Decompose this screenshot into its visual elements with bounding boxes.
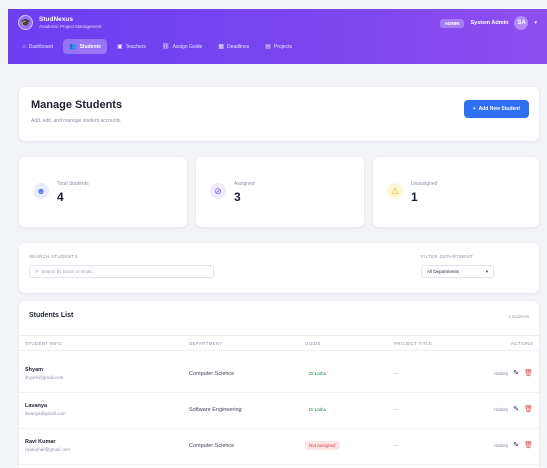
row-actions: History ✎ 🗑: [494, 369, 533, 377]
stat-unassigned: ⚠ Unassigned 1: [373, 157, 539, 227]
department-select[interactable]: All Departments ▾: [421, 265, 494, 278]
plus-icon: +: [472, 106, 476, 112]
students-list-card: Students List 4 students Student Info De…: [19, 301, 539, 468]
student-email: lavanya@gmail.com: [25, 411, 66, 416]
student-department: Computer Science: [189, 371, 235, 377]
page-subtitle: Add, edit, and manage student accounts: [31, 118, 121, 124]
nav-assign-guide[interactable]: ⛓ Assign Guide: [156, 39, 208, 54]
column-header: Student Info: [25, 341, 62, 346]
search-placeholder: Search by name or email...: [41, 269, 96, 274]
manage-students-card: Manage Students Add, edit, and manage st…: [19, 87, 539, 141]
teacher-icon: ▣: [116, 44, 123, 50]
top-header: 🎓 StudNexus Academic Project Management …: [8, 9, 547, 64]
guide-badge: Not Assigned: [305, 441, 340, 450]
stat-value: 4: [57, 190, 64, 204]
nav-label: Deadlines: [226, 43, 250, 50]
student-count: 4 students: [508, 314, 529, 319]
page-title: Manage Students: [31, 99, 123, 111]
stat-value: 3: [234, 190, 241, 204]
nav-dashboard[interactable]: ⌂ Dashboard: [16, 39, 59, 54]
student-name: Shyam: [25, 367, 44, 373]
folder-icon: ▤: [265, 44, 271, 50]
project-title: —: [394, 443, 399, 449]
nav-label: Assign Guide: [172, 43, 203, 50]
check-circle-icon: ⊘: [210, 183, 226, 199]
trash-icon[interactable]: 🗑: [524, 369, 533, 377]
nav-deadlines[interactable]: ▦ Deadlines: [212, 39, 255, 54]
nav-label: Students: [79, 43, 101, 50]
users-icon: 👥: [69, 44, 77, 50]
nav-label: Teachers: [125, 43, 146, 50]
history-link[interactable]: History: [494, 371, 508, 376]
student-email: shyam@gmail.com: [25, 375, 64, 380]
edit-icon[interactable]: ✎: [513, 405, 519, 413]
user-menu[interactable]: ADMIN System Admin SA ▾: [439, 16, 537, 30]
guide-badge: Dr.Latha: [309, 371, 327, 376]
student-department: Software Engineering: [189, 407, 242, 413]
nav-projects[interactable]: ▤ Projects: [259, 39, 298, 54]
student-department: Computer Science: [189, 443, 235, 449]
column-header: Project Title: [394, 341, 433, 346]
brand[interactable]: 🎓 StudNexus Academic Project Management: [18, 15, 102, 30]
chevron-down-icon: ▾: [485, 268, 488, 274]
column-header: Actions: [510, 341, 533, 346]
project-title: —: [394, 371, 399, 377]
student-email: ravikumar@gmail.com: [25, 447, 70, 452]
table-row[interactable]: Shyam shyam@gmail.com Computer Science D…: [19, 357, 539, 393]
graduation-cap-icon: 🎓: [18, 15, 33, 30]
department-filter-label: Filter Department: [421, 254, 474, 259]
trash-icon[interactable]: 🗑: [524, 441, 533, 449]
table-row[interactable]: Lavanya lavanya@gmail.com Software Engin…: [19, 393, 539, 429]
guide-badge: Dr.Latha: [309, 407, 327, 412]
trash-icon[interactable]: 🗑: [524, 405, 533, 413]
stat-label: Total Students: [57, 181, 89, 187]
calendar-icon: ▦: [218, 44, 224, 50]
student-name: Lavanya: [25, 403, 48, 409]
nav-teachers[interactable]: ▣ Teachers: [111, 39, 152, 54]
add-student-button[interactable]: + Add New Student: [463, 100, 529, 118]
search-label: Search Students: [29, 254, 78, 259]
user-icon: ☻: [33, 183, 49, 199]
list-title: Students List: [29, 312, 74, 319]
brand-title: StudNexus: [39, 15, 73, 23]
link-icon: ⛓: [161, 44, 170, 50]
stat-value: 1: [411, 190, 418, 204]
brand-subtitle: Academic Project Management: [39, 23, 102, 29]
avatar[interactable]: SA: [514, 16, 529, 30]
stat-total-students: ☻ Total Students 4: [19, 157, 187, 227]
nav-label: Dashboard: [28, 43, 54, 50]
column-header: Department: [189, 341, 223, 346]
main-nav: ⌂ Dashboard 👥 Students ▣ Teachers ⛓ Assign G…: [16, 39, 298, 54]
stat-assigned: ⊘ Assigned 3: [196, 157, 364, 227]
user-name: System Admin: [470, 20, 509, 26]
edit-icon[interactable]: ✎: [513, 369, 519, 377]
role-badge: ADMIN: [439, 18, 465, 28]
project-title: —: [394, 407, 399, 413]
nav-students[interactable]: 👥 Students: [63, 39, 107, 54]
stat-label: Unassigned: [411, 181, 438, 187]
row-actions: History ✎ 🗑: [494, 441, 533, 449]
stat-label: Assigned: [234, 181, 255, 187]
nav-label: Projects: [273, 43, 292, 50]
search-icon: ⚲: [35, 268, 39, 274]
search-input[interactable]: ⚲ Search by name or email...: [29, 265, 214, 278]
row-actions: History ✎ 🗑: [494, 405, 533, 413]
column-header: Guide: [305, 341, 321, 346]
department-select-value: All Departments: [427, 269, 460, 274]
edit-icon[interactable]: ✎: [513, 441, 519, 449]
history-link[interactable]: History: [494, 407, 508, 412]
chevron-down-icon[interactable]: ▾: [534, 20, 537, 26]
table-row[interactable]: Ravi Kumar ravikumar@gmail.com Computer …: [19, 429, 539, 465]
add-student-label: Add New Student: [478, 106, 520, 112]
warning-icon: ⚠: [387, 183, 403, 199]
history-link[interactable]: History: [494, 443, 508, 448]
home-icon: ⌂: [22, 43, 26, 50]
student-name: Ravi Kumar: [25, 439, 56, 445]
table-header: Student Info Department Guide Project Ti…: [19, 335, 539, 351]
filters-card: Search Students ⚲ Search by name or emai…: [19, 243, 539, 293]
